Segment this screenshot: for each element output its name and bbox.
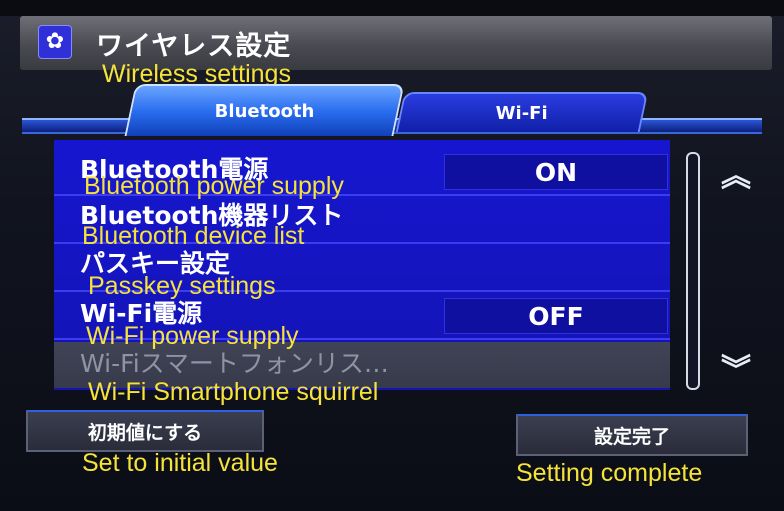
bezel <box>0 0 784 16</box>
tab-bluetooth-label: Bluetooth <box>214 100 315 122</box>
done-button[interactable]: 設定完了 <box>516 414 748 456</box>
row-annotation: Wi-Fi power supply <box>86 322 299 350</box>
bluetooth-power-value[interactable]: ON <box>444 154 668 190</box>
row-annotation: Bluetooth device list <box>82 222 305 250</box>
row-annotation: Wi-Fi Smartphone squirrel <box>88 378 379 406</box>
done-button-label: 設定完了 <box>593 425 670 448</box>
gear-icon: ✿ <box>38 25 72 59</box>
reset-button[interactable]: 初期値にする <box>26 410 264 452</box>
tab-bluetooth[interactable]: Bluetooth <box>124 84 405 136</box>
tab-wifi[interactable]: Wi-Fi <box>395 92 649 132</box>
row-annotation: Passkey settings <box>88 272 276 300</box>
page-title: ワイヤレス設定 <box>96 31 292 62</box>
double-chevron-up-icon[interactable]: ︽ <box>716 156 756 194</box>
row-annotation: Bluetooth power supply <box>84 172 344 200</box>
screen: ✿ ワイヤレス設定 Wireless settings Bluetooth Wi… <box>0 0 784 511</box>
reset-annotation: Set to initial value <box>82 449 278 477</box>
reset-button-label: 初期値にする <box>87 421 203 444</box>
double-chevron-down-icon[interactable]: ︾ <box>716 350 756 388</box>
tab-wifi-label: Wi-Fi <box>495 102 548 124</box>
wifi-power-value[interactable]: OFF <box>444 298 668 334</box>
scrollbar[interactable] <box>686 152 700 390</box>
done-annotation: Setting complete <box>516 459 703 487</box>
